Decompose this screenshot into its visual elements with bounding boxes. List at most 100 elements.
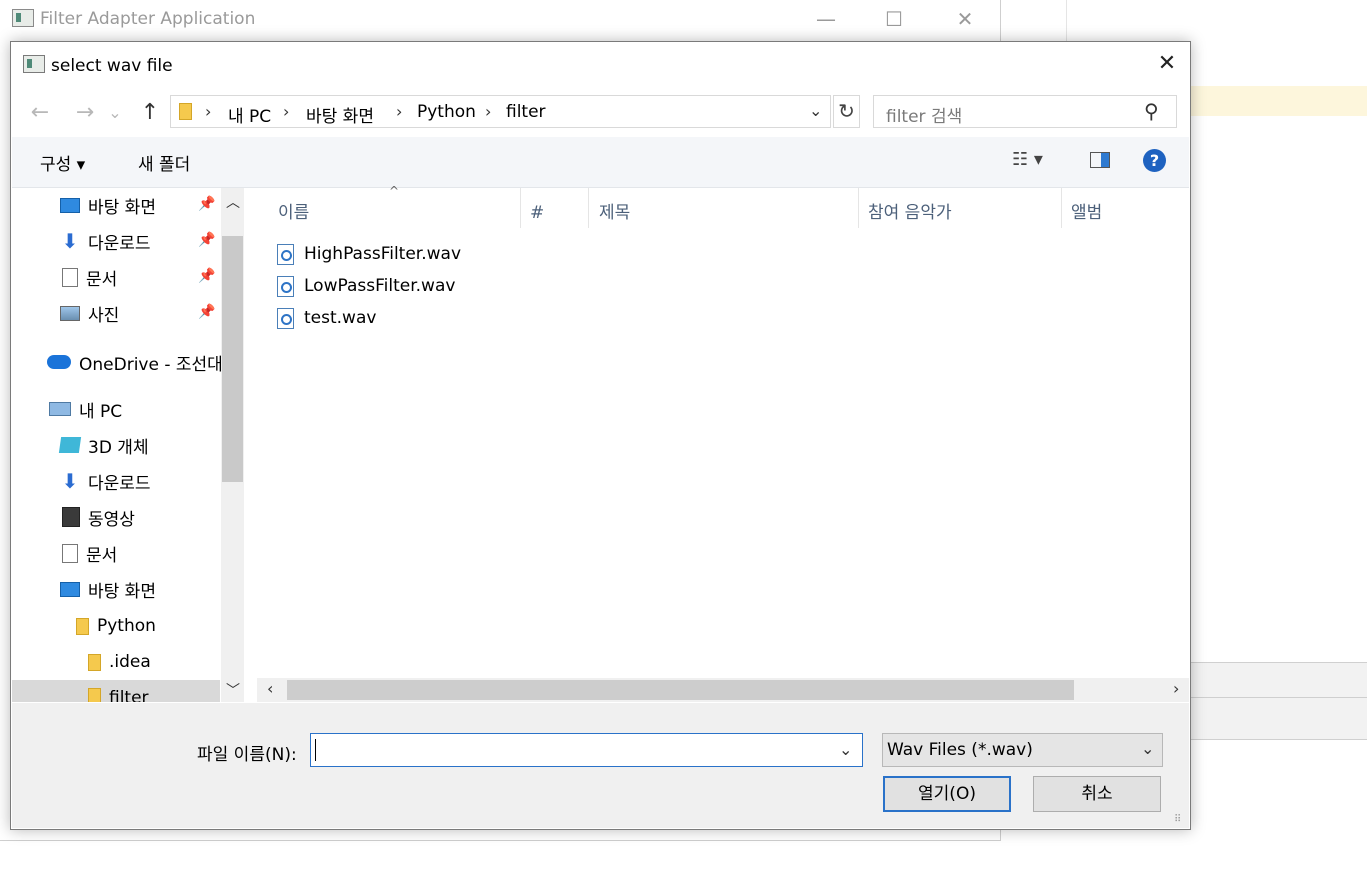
column-header-album[interactable]: 앨범	[1071, 196, 1102, 230]
nav-item-downloads-quick[interactable]: ⬇ 다운로드	[60, 227, 151, 255]
chevron-down-icon[interactable]: ⌄	[1141, 739, 1154, 758]
dialog-title: select wav file	[51, 56, 173, 76]
column-divider[interactable]	[520, 188, 521, 228]
pin-icon: 📌	[198, 268, 216, 284]
breadcrumb-this-pc[interactable]: 내 PC	[228, 102, 271, 127]
scroll-down-icon[interactable]: ﹀	[226, 680, 240, 700]
back-arrow-icon[interactable]: ←	[25, 98, 55, 128]
breadcrumb-filter[interactable]: filter	[506, 102, 546, 122]
nav-item-label: .idea	[109, 652, 151, 672]
maximize-button[interactable]: ☐	[871, 4, 917, 34]
file-name: test.wav	[304, 308, 377, 328]
audio-file-icon	[277, 275, 294, 297]
help-icon[interactable]: ?	[1143, 149, 1166, 172]
column-header-contributing-artists[interactable]: 참여 음악가	[868, 196, 952, 230]
open-button[interactable]: 열기(O)	[883, 776, 1011, 812]
nav-item-label: 문서	[86, 545, 118, 566]
file-name-input[interactable]: ⌄	[310, 733, 863, 767]
scrollbar-thumb[interactable]	[222, 236, 243, 482]
address-dropdown-chevron-icon[interactable]: ⌄	[809, 101, 822, 120]
nav-item-videos[interactable]: 동영상	[62, 503, 135, 531]
nav-item-filter-selected[interactable]: filter	[12, 680, 220, 702]
command-toolbar: 구성 ▾ 새 폴더 ☷ ▾ ?	[12, 137, 1189, 188]
folder-icon	[88, 653, 101, 671]
download-arrow-icon: ⬇	[61, 469, 79, 493]
nav-item-onedrive[interactable]: OneDrive - 조선대	[47, 348, 223, 376]
breadcrumb-separator: ›	[485, 102, 492, 121]
computer-icon	[49, 402, 71, 416]
column-divider[interactable]	[858, 188, 859, 228]
breadcrumb-separator: ›	[396, 102, 403, 121]
editor-bottom-panel-divider	[1190, 697, 1367, 698]
nav-item-downloads[interactable]: ⬇ 다운로드	[60, 467, 151, 495]
breadcrumb-desktop[interactable]: 바탕 화면	[306, 102, 374, 127]
open-file-dialog: select wav file ✕ ← → ⌄ ↑ › 내 PC › 바탕 화면…	[10, 41, 1191, 830]
nav-item-3d-objects[interactable]: 3D 개체	[58, 431, 149, 459]
column-divider[interactable]	[1061, 188, 1062, 228]
scroll-right-icon[interactable]: ›	[1173, 679, 1179, 698]
search-placeholder: filter 검색	[886, 107, 963, 127]
scroll-up-icon[interactable]: ︿	[226, 192, 240, 212]
app-icon	[12, 9, 34, 27]
breadcrumb-python[interactable]: Python	[417, 102, 476, 122]
3d-objects-icon	[58, 437, 82, 453]
up-arrow-icon[interactable]: ↑	[135, 98, 165, 128]
address-bar[interactable]: › 내 PC › 바탕 화면 › Python › filter ⌄	[170, 95, 831, 128]
organize-menu-button[interactable]: 구성 ▾	[40, 150, 85, 175]
file-name: LowPassFilter.wav	[304, 276, 456, 296]
resize-grip-icon[interactable]: ⠿	[1174, 814, 1181, 825]
nav-item-documents[interactable]: 문서	[62, 539, 117, 567]
nav-item-label: 3D 개체	[88, 437, 149, 458]
column-header-title[interactable]: 제목	[599, 196, 630, 230]
nav-item-pictures-quick[interactable]: 사진	[60, 299, 119, 327]
nav-item-python[interactable]: Python	[76, 612, 156, 640]
refresh-icon[interactable]: ↻	[833, 95, 860, 128]
document-icon	[62, 267, 78, 287]
breadcrumb-separator: ›	[283, 102, 290, 121]
nav-item-label: Python	[97, 616, 156, 636]
close-window-button[interactable]: ✕	[942, 4, 988, 34]
nav-item-idea[interactable]: .idea	[88, 648, 151, 676]
nav-item-label: 다운로드	[88, 233, 151, 254]
dialog-close-button[interactable]: ✕	[1147, 48, 1187, 80]
sort-ascending-icon: ^	[389, 184, 400, 198]
file-row[interactable]: HighPassFilter.wav	[277, 240, 461, 268]
download-arrow-icon: ⬇	[61, 229, 79, 253]
horizontal-scrollbar[interactable]: ‹ ›	[257, 678, 1189, 702]
scrollbar-thumb[interactable]	[287, 680, 1074, 700]
nav-item-label: 문서	[86, 269, 118, 290]
column-header-number[interactable]: #	[530, 196, 544, 230]
forward-arrow-icon[interactable]: →	[70, 98, 100, 128]
scroll-left-icon[interactable]: ‹	[267, 679, 273, 698]
pictures-icon	[60, 305, 80, 321]
desktop-icon	[60, 581, 80, 597]
new-folder-button[interactable]: 새 폴더	[138, 150, 190, 175]
recent-locations-chevron-icon[interactable]: ⌄	[105, 98, 125, 128]
nav-item-desktop-quick[interactable]: 바탕 화면	[60, 191, 156, 219]
file-row[interactable]: LowPassFilter.wav	[277, 272, 455, 300]
preview-pane-icon[interactable]	[1090, 152, 1110, 168]
cancel-button[interactable]: 취소	[1033, 776, 1161, 812]
minimize-button[interactable]: —	[803, 4, 849, 34]
nav-pane-scrollbar[interactable]: ︿ ﹀	[221, 188, 244, 702]
column-header-name[interactable]: 이름	[278, 196, 309, 230]
search-icon[interactable]: ⚲	[1144, 99, 1159, 123]
desktop-icon	[60, 197, 80, 213]
dialog-footer: 파일 이름(N): ⌄ Wav Files (*.wav) ⌄ 열기(O) 취소…	[12, 703, 1189, 828]
nav-item-label: 바탕 화면	[88, 197, 156, 218]
search-box[interactable]: filter 검색 ⚲	[873, 95, 1177, 128]
nav-item-documents-quick[interactable]: 문서	[62, 263, 117, 291]
nav-item-label: 사진	[88, 305, 120, 326]
navigation-pane: 바탕 화면 📌 ⬇ 다운로드 📌 문서 📌 사진 📌 OneDrive - 조선…	[12, 188, 245, 702]
file-list: ^ 이름 # 제목 참여 음악가 앨범 HighPassFilter.wav L…	[247, 184, 1189, 702]
file-row[interactable]: test.wav	[277, 304, 376, 332]
folder-icon	[76, 617, 89, 635]
dialog-app-icon	[23, 55, 45, 73]
nav-item-this-pc[interactable]: 내 PC	[49, 395, 122, 423]
editor-current-line-highlight	[1190, 86, 1367, 116]
file-type-select[interactable]: Wav Files (*.wav) ⌄	[882, 733, 1163, 767]
view-options-icon[interactable]: ☷ ▾	[1012, 149, 1043, 170]
nav-item-desktop[interactable]: 바탕 화면	[60, 575, 156, 603]
file-name-dropdown-chevron-icon[interactable]: ⌄	[839, 740, 852, 759]
column-divider[interactable]	[588, 188, 589, 228]
